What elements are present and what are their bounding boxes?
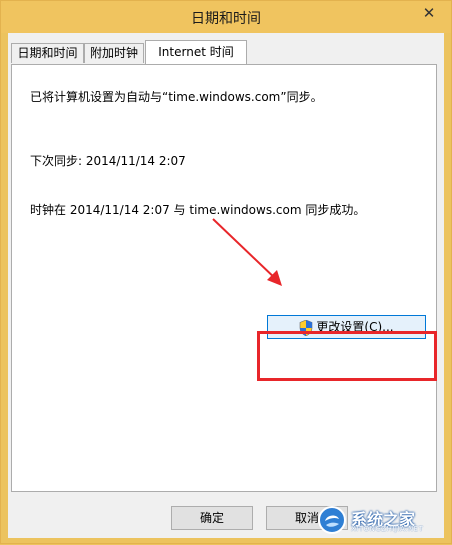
sync-status-text: 已将计算机设置为自动与“time.windows.com”同步。	[30, 90, 323, 104]
tab-date-time[interactable]: 日期和时间	[11, 43, 84, 63]
tab-internet-time[interactable]: Internet 时间	[145, 40, 247, 64]
tab-additional-clocks[interactable]: 附加时钟	[84, 43, 144, 63]
watermark-logo-icon	[318, 506, 346, 534]
window-title: 日期和时间	[191, 11, 261, 27]
dialog-client-area: 日期和时间 附加时钟 Internet 时间 已将计算机设置为自动与“time.…	[8, 33, 444, 538]
ok-button[interactable]: 确定	[171, 506, 253, 530]
annotation-highlight-box	[257, 331, 437, 381]
watermark-subtitle: XITONGZHIJIA.NET	[351, 525, 424, 533]
title-bar[interactable]: 日期和时间 ✕	[1, 1, 451, 33]
site-watermark: 系统之家 XITONGZHIJIA.NET	[313, 503, 443, 537]
dialog-window: 日期和时间 ✕ 日期和时间 附加时钟 Internet 时间 已将计算机设置为自…	[0, 0, 452, 544]
close-button[interactable]: ✕	[413, 2, 445, 24]
internet-time-panel: 已将计算机设置为自动与“time.windows.com”同步。 下次同步: 2…	[11, 64, 437, 492]
last-sync-text: 时钟在 2014/11/14 2:07 与 time.windows.com 同…	[30, 203, 366, 217]
close-icon: ✕	[422, 4, 436, 22]
next-sync-text: 下次同步: 2014/11/14 2:07	[30, 154, 186, 168]
